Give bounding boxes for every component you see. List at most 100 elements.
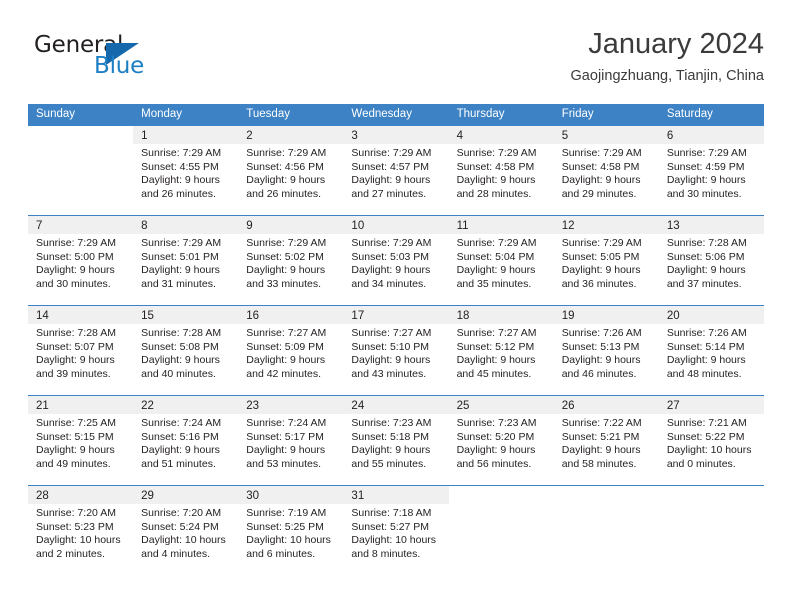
day-info: Sunrise: 7:29 AM Sunset: 4:57 PM Daylight:… [343,144,448,201]
daylight-text-line1: Daylight: 9 hours [666,264,746,277]
day-cell[interactable]: 11 Sunrise: 7:29 AM Sunset: 5:04 PM Dayligh… [448,216,554,305]
sunrise-text: Sunrise: 7:27 AM [246,327,327,339]
weekday-header-wednesday: Wednesday [351,108,412,120]
daylight-text-line2: and 51 minutes. [141,457,216,470]
daylight-text-line1: Daylight: 9 hours [246,354,326,367]
day-cell[interactable]: 22 Sunrise: 7:24 AM Sunset: 5:16 PM Dayligh… [133,396,239,485]
day-info: Sunrise: 7:28 AM Sunset: 5:08 PM Daylight:… [133,324,238,381]
brand-logo[interactable]: General Blue [34,32,214,90]
location-subtitle: Gaojingzhuang, Tianjin, China [570,68,764,84]
calendar-page: General Blue January 2024 Gaojingzhuang,… [0,0,792,612]
day-number-band: 26 [553,396,659,414]
day-cell[interactable]: 20 Sunrise: 7:26 AM Sunset: 5:14 PM Dayligh… [658,306,764,395]
day-number-band: 7 [28,216,134,234]
sunrise-text: Sunrise: 7:27 AM [456,327,537,339]
daylight-text-line1: Daylight: 10 hours [666,444,752,457]
sunset-text: Sunset: 5:23 PM [36,520,114,533]
day-number: 26 [561,400,575,412]
day-cell[interactable]: 15 Sunrise: 7:28 AM Sunset: 5:08 PM Dayligh… [133,306,239,395]
daylight-text-line2: and 39 minutes. [36,367,111,380]
day-cell[interactable]: 18 Sunrise: 7:27 AM Sunset: 5:12 PM Dayligh… [448,306,554,395]
day-cell[interactable]: 4 Sunrise: 7:29 AM Sunset: 4:58 PM Daylight… [448,126,554,215]
day-cell[interactable]: 12 Sunrise: 7:29 AM Sunset: 5:05 PM Dayligh… [553,216,659,305]
day-info: Sunrise: 7:21 AM Sunset: 5:22 PM Daylight:… [659,414,764,471]
day-cell[interactable]: 3 Sunrise: 7:29 AM Sunset: 4:57 PM Daylight… [343,126,449,215]
daylight-text-line1: Daylight: 9 hours [456,264,536,277]
day-info: Sunrise: 7:29 AM Sunset: 5:01 PM Daylight:… [133,234,238,291]
day-number: 7 [36,220,43,232]
day-info: Sunrise: 7:29 AM Sunset: 4:56 PM Daylight:… [238,144,343,201]
day-number: 12 [561,220,575,232]
day-number: 18 [456,310,470,322]
day-cell[interactable]: 8 Sunrise: 7:29 AM Sunset: 5:01 PM Daylight… [133,216,239,305]
day-cell[interactable]: 2 Sunrise: 7:29 AM Sunset: 4:56 PM Daylight… [238,126,344,215]
day-cell[interactable]: 23 Sunrise: 7:24 AM Sunset: 5:17 PM Dayligh… [238,396,344,485]
day-number-band: 4 [448,126,554,144]
sunrise-text: Sunrise: 7:28 AM [141,327,222,339]
week-row: 1 Sunrise: 7:29 AM Sunset: 4:55 PM Daylight… [28,125,764,215]
day-cell[interactable]: 17 Sunrise: 7:27 AM Sunset: 5:10 PM Dayligh… [343,306,449,395]
day-cell[interactable]: 26 Sunrise: 7:22 AM Sunset: 5:21 PM Dayligh… [553,396,659,485]
day-number: 24 [351,400,365,412]
day-info [449,504,554,507]
day-number: 17 [351,310,365,322]
daylight-text-line1: Daylight: 9 hours [36,354,115,367]
day-cell[interactable]: 24 Sunrise: 7:23 AM Sunset: 5:18 PM Dayligh… [343,396,449,485]
day-cell[interactable]: 30 Sunrise: 7:19 AM Sunset: 5:25 PM Dayligh… [238,486,344,575]
day-number-band: 25 [448,396,554,414]
sunrise-text: Sunrise: 7:20 AM [36,507,116,519]
day-info: Sunrise: 7:29 AM Sunset: 5:00 PM Daylight:… [28,234,133,291]
day-cell[interactable]: 1 Sunrise: 7:29 AM Sunset: 4:55 PM Daylight… [133,126,239,215]
day-number: 13 [666,220,680,232]
sunset-text: Sunset: 4:57 PM [351,160,430,173]
day-cell[interactable]: 21 Sunrise: 7:25 AM Sunset: 5:15 PM Dayligh… [28,396,134,485]
sunset-text: Sunset: 5:07 PM [36,340,114,353]
day-number: 23 [246,400,260,412]
day-cell[interactable]: 14 Sunrise: 7:28 AM Sunset: 5:07 PM Dayligh… [28,306,134,395]
day-number: 25 [456,400,470,412]
day-info: Sunrise: 7:24 AM Sunset: 5:17 PM Daylight:… [238,414,343,471]
calendar-grid: Sunday Monday Tuesday Wednesday Thursday Frid… [28,104,764,576]
day-cell-empty [554,486,659,575]
day-number-band: 5 [553,126,659,144]
daylight-text-line2: and 27 minutes. [351,187,427,200]
day-cell[interactable]: 9 Sunrise: 7:29 AM Sunset: 5:02 PM Daylight… [238,216,344,305]
day-cell[interactable]: 10 Sunrise: 7:29 AM Sunset: 5:03 PM Dayligh… [343,216,449,305]
day-cell[interactable]: 25 Sunrise: 7:23 AM Sunset: 5:20 PM Dayligh… [448,396,554,485]
day-cell[interactable]: 28 Sunrise: 7:20 AM Sunset: 5:23 PM Dayligh… [28,486,134,575]
daylight-text-line2: and 26 minutes. [246,187,321,200]
day-info: Sunrise: 7:28 AM Sunset: 5:06 PM Daylight:… [659,234,764,291]
day-number-band: 22 [133,396,239,414]
day-cell[interactable]: 6 Sunrise: 7:29 AM Sunset: 4:59 PM Daylight… [658,126,764,215]
daylight-text-line1: Daylight: 9 hours [351,174,431,187]
day-info: Sunrise: 7:20 AM Sunset: 5:24 PM Daylight:… [133,504,238,561]
sunset-text: Sunset: 4:58 PM [456,160,535,173]
day-number-band: 8 [133,216,239,234]
day-info: Sunrise: 7:27 AM Sunset: 5:12 PM Daylight:… [449,324,554,381]
weekday-header-friday: Friday [561,108,594,120]
week-row: 14 Sunrise: 7:28 AM Sunset: 5:07 PM Dayligh… [28,305,764,395]
day-number-band: 23 [238,396,344,414]
sunset-text: Sunset: 5:05 PM [561,250,640,263]
day-cell[interactable]: 31 Sunrise: 7:18 AM Sunset: 5:27 PM Dayligh… [343,486,449,575]
daylight-text-line1: Daylight: 9 hours [561,354,641,367]
day-cell[interactable]: 27 Sunrise: 7:21 AM Sunset: 5:22 PM Dayligh… [658,396,764,485]
day-cell[interactable]: 13 Sunrise: 7:28 AM Sunset: 5:06 PM Dayligh… [658,216,764,305]
day-number: 19 [561,310,575,322]
day-cell[interactable]: 29 Sunrise: 7:20 AM Sunset: 5:24 PM Dayligh… [133,486,239,575]
day-number-band: 31 [343,486,449,504]
day-info: Sunrise: 7:19 AM Sunset: 5:25 PM Daylight:… [238,504,343,561]
sunrise-text: Sunrise: 7:29 AM [141,237,222,249]
daylight-text-line2: and 45 minutes. [456,367,532,380]
day-number-band: 14 [28,306,134,324]
day-cell[interactable]: 7 Sunrise: 7:29 AM Sunset: 5:00 PM Daylight… [28,216,134,305]
daylight-text-line2: and 0 minutes. [666,457,736,470]
day-number-band: 3 [343,126,449,144]
day-cell[interactable]: 19 Sunrise: 7:26 AM Sunset: 5:13 PM Dayligh… [553,306,659,395]
day-cell[interactable]: 5 Sunrise: 7:29 AM Sunset: 4:58 PM Daylight… [553,126,659,215]
day-cell[interactable]: 16 Sunrise: 7:27 AM Sunset: 5:09 PM Dayligh… [238,306,344,395]
sunrise-text: Sunrise: 7:29 AM [666,147,747,159]
calendar-body: 1 Sunrise: 7:29 AM Sunset: 4:55 PM Daylight… [28,125,764,576]
day-number-band: 24 [343,396,449,414]
page-title: January 2024 [588,28,764,60]
